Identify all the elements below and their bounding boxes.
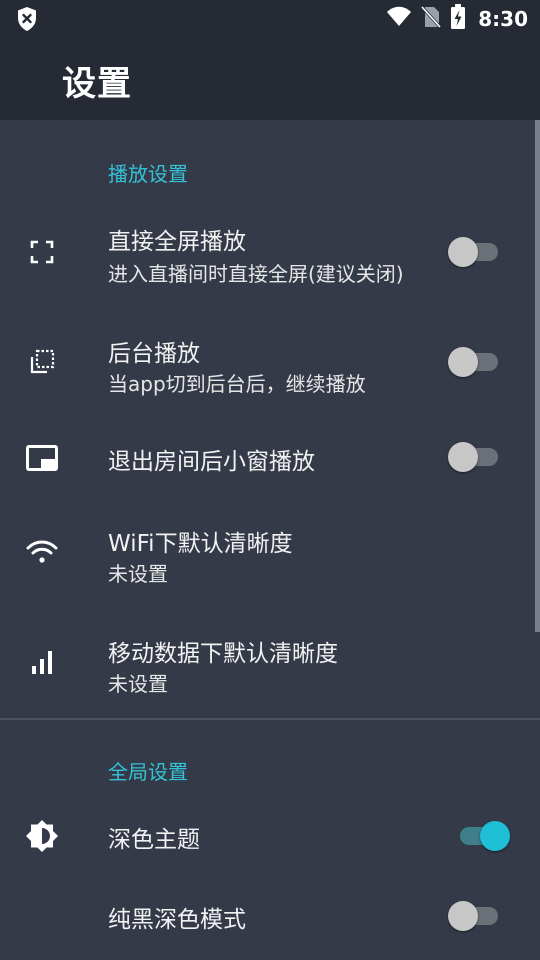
security-shield-icon xyxy=(16,6,38,36)
section-divider xyxy=(0,718,540,720)
setting-item-dark-theme[interactable]: 深色主题 xyxy=(0,804,540,868)
item-title: 后台播放 xyxy=(108,341,200,367)
background-play-toggle[interactable] xyxy=(448,347,502,377)
dark-theme-toggle[interactable] xyxy=(448,821,510,851)
brightness-icon xyxy=(24,818,60,854)
wifi-signal-icon xyxy=(386,6,412,32)
section-header-playback: 播放设置 xyxy=(108,162,188,186)
item-subtitle: 未设置 xyxy=(108,562,168,586)
item-subtitle: 当app切到后台后，继续播放 xyxy=(108,372,366,396)
pip-play-toggle[interactable] xyxy=(448,442,502,472)
status-bar: 8:30 xyxy=(0,0,540,38)
setting-item-pure-black-mode[interactable]: 纯黑深色模式 xyxy=(0,884,540,948)
setting-item-wifi-quality[interactable]: WiFi下默认清晰度 未设置 xyxy=(0,506,540,616)
no-sim-icon xyxy=(420,5,442,33)
fullscreen-icon xyxy=(24,234,60,270)
item-title: 深色主题 xyxy=(108,827,200,853)
picture-in-picture-icon xyxy=(24,440,60,476)
status-time: 8:30 xyxy=(478,7,528,31)
item-title: 直接全屏播放 xyxy=(108,229,246,255)
pure-black-mode-toggle[interactable] xyxy=(448,901,502,931)
setting-item-background-play[interactable]: 后台播放 当app切到后台后，继续播放 xyxy=(0,316,540,426)
setting-item-pip-play[interactable]: 退出房间后小窗播放 xyxy=(0,426,540,490)
wifi-icon xyxy=(24,534,60,570)
item-title: 退出房间后小窗播放 xyxy=(108,449,315,475)
fullscreen-play-toggle[interactable] xyxy=(448,237,502,267)
setting-item-fullscreen-play[interactable]: 直接全屏播放 进入直播间时直接全屏(建议关闭) xyxy=(0,206,540,316)
item-subtitle: 未设置 xyxy=(108,672,168,696)
section-header-global: 全局设置 xyxy=(108,760,188,784)
app-bar: 设置 xyxy=(0,38,540,120)
item-title: 移动数据下默认清晰度 xyxy=(108,641,338,667)
battery-charging-icon xyxy=(450,4,466,34)
item-title: 纯黑深色模式 xyxy=(108,907,246,933)
setting-item-mobile-quality[interactable]: 移动数据下默认清晰度 未设置 xyxy=(0,616,540,716)
page-title: 设置 xyxy=(62,64,132,104)
background-play-icon xyxy=(24,344,60,380)
item-title: WiFi下默认清晰度 xyxy=(108,531,293,557)
cellular-signal-icon xyxy=(24,644,60,680)
item-subtitle: 进入直播间时直接全屏(建议关闭) xyxy=(108,262,404,286)
